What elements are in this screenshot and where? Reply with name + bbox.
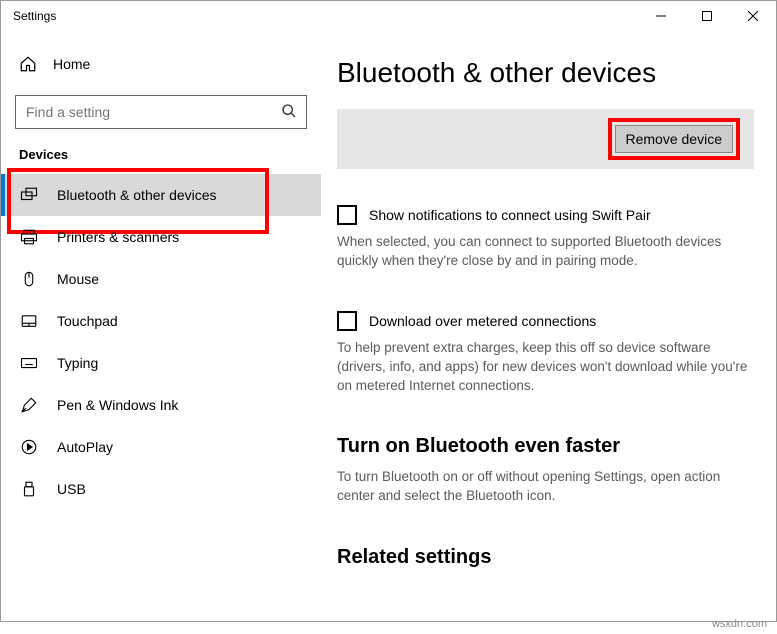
mouse-icon bbox=[19, 270, 39, 288]
related-heading: Related settings bbox=[337, 546, 754, 569]
search-icon bbox=[281, 103, 297, 119]
faster-heading: Turn on Bluetooth even faster bbox=[337, 435, 754, 458]
maximize-button[interactable] bbox=[684, 1, 730, 31]
search-input[interactable] bbox=[15, 95, 307, 129]
faster-help: To turn Bluetooth on or off without open… bbox=[337, 468, 754, 506]
nav-list: Bluetooth & other devices Printers & sca… bbox=[1, 174, 321, 510]
metered-row: Download over metered connections bbox=[337, 311, 754, 331]
nav-label: Printers & scanners bbox=[57, 229, 179, 245]
home-label: Home bbox=[53, 56, 90, 72]
nav-label: USB bbox=[57, 481, 86, 497]
close-button[interactable] bbox=[730, 1, 776, 31]
settings-window: Settings Home Devices Bluetooth & other … bbox=[0, 0, 777, 622]
pen-icon bbox=[19, 396, 39, 414]
swift-pair-help: When selected, you can connect to suppor… bbox=[337, 233, 754, 271]
window-controls bbox=[638, 1, 776, 31]
home-link[interactable]: Home bbox=[1, 49, 321, 79]
nav-label: Typing bbox=[57, 355, 98, 371]
keyboard-icon bbox=[19, 354, 39, 372]
autoplay-icon bbox=[19, 438, 39, 456]
sidebar: Home Devices Bluetooth & other devices P… bbox=[1, 31, 321, 621]
page-title: Bluetooth & other devices bbox=[337, 57, 754, 89]
nav-mouse[interactable]: Mouse bbox=[1, 258, 321, 300]
nav-label: AutoPlay bbox=[57, 439, 113, 455]
highlight-box-remove: Remove device bbox=[608, 118, 741, 160]
home-icon bbox=[19, 55, 37, 73]
main-pane: Bluetooth & other devices Remove device … bbox=[321, 31, 776, 621]
device-action-bar: Remove device bbox=[337, 109, 754, 169]
nav-touchpad[interactable]: Touchpad bbox=[1, 300, 321, 342]
metered-checkbox[interactable] bbox=[337, 311, 357, 331]
bluetooth-devices-icon bbox=[19, 186, 39, 204]
metered-help: To help prevent extra charges, keep this… bbox=[337, 339, 754, 396]
touchpad-icon bbox=[19, 312, 39, 330]
metered-label: Download over metered connections bbox=[369, 313, 596, 329]
window-title: Settings bbox=[13, 9, 638, 23]
nav-label: Touchpad bbox=[57, 313, 118, 329]
section-header: Devices bbox=[1, 147, 321, 174]
usb-icon bbox=[19, 480, 39, 498]
printer-icon bbox=[19, 228, 39, 246]
minimize-button[interactable] bbox=[638, 1, 684, 31]
watermark: wsxdn.com bbox=[712, 618, 767, 630]
remove-device-button[interactable]: Remove device bbox=[615, 125, 734, 153]
nav-autoplay[interactable]: AutoPlay bbox=[1, 426, 321, 468]
search-wrap bbox=[15, 95, 307, 129]
nav-usb[interactable]: USB bbox=[1, 468, 321, 510]
swift-pair-label: Show notifications to connect using Swif… bbox=[369, 207, 651, 223]
swift-pair-checkbox[interactable] bbox=[337, 205, 357, 225]
nav-label: Mouse bbox=[57, 271, 99, 287]
nav-typing[interactable]: Typing bbox=[1, 342, 321, 384]
nav-label: Bluetooth & other devices bbox=[57, 187, 217, 203]
nav-bluetooth[interactable]: Bluetooth & other devices bbox=[1, 174, 321, 216]
nav-pen[interactable]: Pen & Windows Ink bbox=[1, 384, 321, 426]
nav-printers[interactable]: Printers & scanners bbox=[1, 216, 321, 258]
body: Home Devices Bluetooth & other devices P… bbox=[1, 31, 776, 621]
nav-label: Pen & Windows Ink bbox=[57, 397, 178, 413]
titlebar: Settings bbox=[1, 1, 776, 31]
swift-pair-row: Show notifications to connect using Swif… bbox=[337, 205, 754, 225]
